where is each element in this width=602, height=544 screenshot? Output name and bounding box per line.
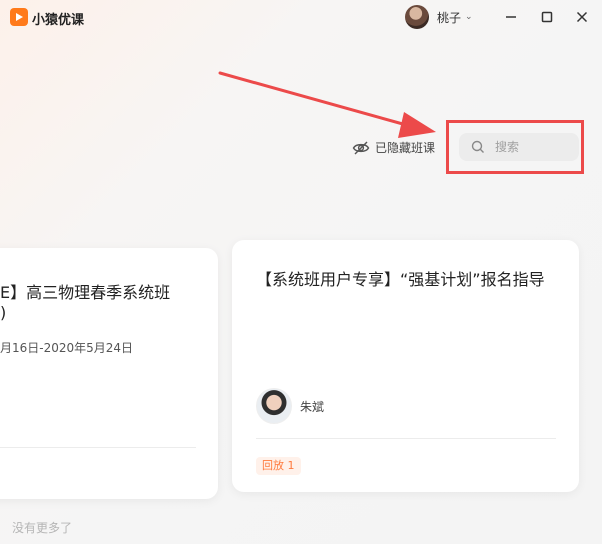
close-button[interactable] bbox=[571, 6, 593, 28]
eye-off-icon bbox=[352, 141, 370, 154]
user-menu[interactable]: 桃子 ⌄ bbox=[405, 5, 473, 29]
hidden-classes-label: 已隐藏班课 bbox=[375, 141, 436, 155]
maximize-icon bbox=[541, 11, 553, 23]
replay-badge: 回放 1 bbox=[256, 457, 301, 475]
app-name: 小猿优课 bbox=[32, 13, 85, 28]
chevron-down-icon: ⌄ bbox=[465, 12, 473, 22]
hidden-classes-link[interactable]: 已隐藏班课 bbox=[352, 139, 435, 156]
divider bbox=[256, 438, 556, 439]
title-bar: 小猿优课 桃子 ⌄ bbox=[0, 0, 602, 36]
play-logo-icon bbox=[10, 8, 28, 26]
course-title-continued: ) bbox=[0, 303, 7, 322]
close-icon bbox=[576, 11, 588, 23]
avatar bbox=[405, 5, 429, 29]
course-card[interactable]: E】高三物理春季系统班 ) 月16日-2020年5月24日 bbox=[0, 248, 218, 499]
course-title: E】高三物理春季系统班 bbox=[0, 283, 171, 302]
minimize-button[interactable] bbox=[500, 6, 522, 28]
teacher-name: 朱斌 bbox=[300, 400, 325, 414]
maximize-button[interactable] bbox=[536, 6, 558, 28]
course-card[interactable]: 【系统班用户专享】“强基计划”报名指导 朱斌 回放 1 bbox=[232, 240, 579, 492]
teacher-avatar bbox=[256, 388, 292, 424]
course-date-range: 月16日-2020年5月24日 bbox=[0, 341, 134, 355]
minimize-icon bbox=[506, 16, 516, 18]
divider bbox=[0, 447, 196, 448]
user-name: 桃子 bbox=[437, 10, 462, 25]
annotation-highlight-box bbox=[446, 120, 584, 174]
no-more-text: 没有更多了 bbox=[12, 521, 73, 535]
course-title: 【系统班用户专享】“强基计划”报名指导 bbox=[256, 270, 545, 289]
